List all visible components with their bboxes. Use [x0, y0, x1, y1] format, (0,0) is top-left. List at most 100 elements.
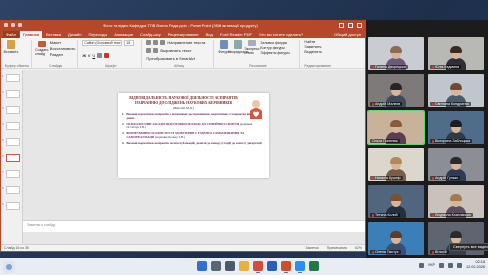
bullets-icon[interactable]	[146, 40, 152, 45]
tab-foxit[interactable]: Foxit Reader PDF	[217, 31, 255, 38]
numbering-icon[interactable]	[153, 40, 159, 45]
notes-toggle[interactable]: Заметки	[305, 246, 318, 250]
participant-name: Галина Дворецька	[370, 65, 408, 69]
layout-button[interactable]: Макет	[50, 40, 76, 45]
share-button[interactable]: Общий доступ	[330, 31, 365, 38]
participant-tile[interactable]: Юлія Кадмина	[428, 37, 484, 70]
tab-animations[interactable]: Анимация	[111, 31, 136, 38]
participant-tile[interactable]: Галина Дворецька	[368, 37, 424, 70]
undo-icon[interactable]	[11, 23, 15, 27]
shape-fill-button[interactable]: Заливка фигуры	[260, 41, 289, 45]
slide-thumbnail[interactable]	[6, 202, 20, 210]
battery-icon[interactable]	[456, 262, 462, 268]
muted-mic-icon	[372, 176, 374, 180]
italic-button[interactable]: К	[88, 53, 90, 58]
slide-thumbnail[interactable]	[6, 186, 20, 194]
minimize-video-button[interactable]: Свернуть все видео	[449, 243, 488, 251]
tab-view[interactable]: Вид	[203, 31, 216, 38]
participant-tile[interactable]: Андрій Малеєв	[368, 74, 424, 107]
text-direction-button[interactable]: Направление текста	[167, 40, 205, 45]
participant-name: Вікторина Заблоцька	[430, 139, 473, 143]
tab-design[interactable]: Дизайн	[65, 31, 84, 38]
ribbon-tabs: Файл Главная Вставка Дизайн Переходы Ани…	[1, 29, 365, 38]
list-item: 3. ФОРМУВАННЯ ОСОБИСТОСТІ ЗДОБУВАЧІВ СТУД…	[122, 131, 245, 139]
chevron-up-icon[interactable]	[418, 262, 424, 268]
slide-thumbnail[interactable]	[6, 122, 20, 130]
participant-name: Олена Пастух	[370, 250, 401, 254]
status-bar: Слайд 16 из 35 Заметки Примечания 62%	[1, 244, 365, 251]
section-button[interactable]: Раздел	[50, 52, 76, 57]
tell-me-search[interactable]: Что вы хотите сделать?	[256, 31, 306, 38]
tab-review[interactable]: Рецензирование	[165, 31, 202, 38]
task-view-icon[interactable]	[225, 261, 235, 271]
excel-icon[interactable]	[309, 261, 319, 271]
slide-thumbnail[interactable]	[6, 90, 20, 98]
indent-icon[interactable]	[160, 40, 166, 45]
windows-start-icon[interactable]	[197, 261, 207, 271]
maximize-window-icon[interactable]	[348, 22, 353, 28]
find-button[interactable]: Найти	[304, 40, 331, 44]
list-item: 2. ПСИХОЛОГІЧНІ ЗАСАДИ ПІДГОТОВКИ МОЛОДІ …	[122, 121, 253, 130]
align-left-icon[interactable]	[146, 48, 152, 53]
clock[interactable]: 02:18 12.02.2026	[466, 260, 485, 270]
font-color-icon[interactable]	[104, 52, 110, 58]
tab-transitions[interactable]: Переходы	[85, 31, 110, 38]
participant-tile[interactable]: Тетяна Колий	[368, 185, 424, 218]
font-name-select[interactable]: Calibri (Основной текст)	[82, 40, 123, 46]
slide-thumbnail[interactable]	[6, 170, 20, 178]
replace-button[interactable]: Заменить	[304, 45, 331, 49]
participant-tile[interactable]: Наталія Кушнір	[368, 148, 424, 181]
comments-toggle[interactable]: Примечания	[327, 246, 347, 250]
slide-thumbnail-selected[interactable]	[6, 154, 20, 162]
quick-styles-button[interactable]: Экспресс-стили	[244, 40, 261, 55]
select-button[interactable]: Выделить	[304, 50, 331, 54]
tab-file[interactable]: Файл	[3, 31, 19, 38]
file-explorer-icon[interactable]	[239, 261, 249, 271]
list-item: 1. Виховні нормативи аспірантів з активни…	[122, 112, 262, 120]
font-size-select[interactable]: 18	[124, 40, 135, 46]
participant-tile[interactable]: Ольга Попенюк	[367, 110, 425, 145]
search-icon[interactable]	[211, 261, 221, 271]
minimize-window-icon[interactable]	[339, 22, 344, 28]
slide-thumbnail[interactable]	[6, 74, 20, 82]
wifi-icon[interactable]	[438, 262, 444, 268]
arrange-button[interactable]: Упорядочить	[228, 40, 249, 55]
word-icon[interactable]	[267, 261, 277, 271]
paste-button[interactable]: Вставить	[4, 40, 18, 55]
language-indicator[interactable]: УКР	[428, 263, 435, 267]
tab-home[interactable]: Главная	[19, 31, 43, 38]
participant-tile[interactable]: Олена Пастух	[368, 222, 424, 255]
underline-button[interactable]: Ч	[92, 53, 95, 58]
quick-styles-icon	[248, 40, 257, 46]
zoom-level[interactable]: 62%	[355, 246, 362, 250]
participant-tile[interactable]: Світлана Кондратюк	[428, 74, 484, 107]
participant-tile[interactable]: Андрій Гулько	[428, 148, 484, 181]
close-window-icon[interactable]	[357, 22, 362, 28]
slide-thumbnail[interactable]	[6, 106, 20, 114]
align-center-icon[interactable]	[153, 48, 159, 53]
reset-button[interactable]: Восстановить	[50, 46, 76, 51]
chrome-icon[interactable]	[253, 261, 263, 273]
title-bar: Фото та відео Кафедра ТПВ Вчена Рада.ppt…	[1, 21, 365, 29]
tab-insert[interactable]: Вставка	[43, 31, 64, 38]
participant-tile[interactable]: Вікторина Заблоцька	[428, 111, 484, 144]
slide-thumbnail[interactable]	[6, 138, 20, 146]
volume-icon[interactable]	[447, 262, 453, 268]
shape-outline-button[interactable]: Контур фигуры	[260, 46, 289, 50]
save-icon[interactable]	[4, 23, 8, 27]
widgets-icon[interactable]	[3, 260, 15, 273]
shape-effects-button[interactable]: Эффекты фигуры	[260, 51, 289, 55]
participant-tile[interactable]: Людмила Козловська	[428, 185, 484, 218]
muted-mic-icon	[372, 250, 374, 254]
smartart-button[interactable]: Преобразовать в SmartArt	[146, 56, 195, 61]
new-slide-button[interactable]: Создать слайд	[35, 41, 48, 56]
powerpoint-icon[interactable]	[281, 261, 291, 273]
align-text-button[interactable]: Выровнять текст	[160, 48, 191, 53]
tab-slideshow[interactable]: Слайд-шоу	[137, 31, 164, 38]
bold-button[interactable]: Ж	[82, 53, 86, 58]
notes-pane[interactable]: Заметки к слайду	[23, 220, 365, 232]
strikethrough-icon[interactable]	[97, 52, 103, 58]
slide-canvas[interactable]: ВІДПОВІДАЛЬНІСТЬ НАУКОВОЇ ДІЯЛЬНОСТІ АСП…	[118, 93, 269, 178]
zoom-icon[interactable]	[295, 261, 305, 273]
participant-name: Тетяна Колий	[370, 213, 400, 217]
